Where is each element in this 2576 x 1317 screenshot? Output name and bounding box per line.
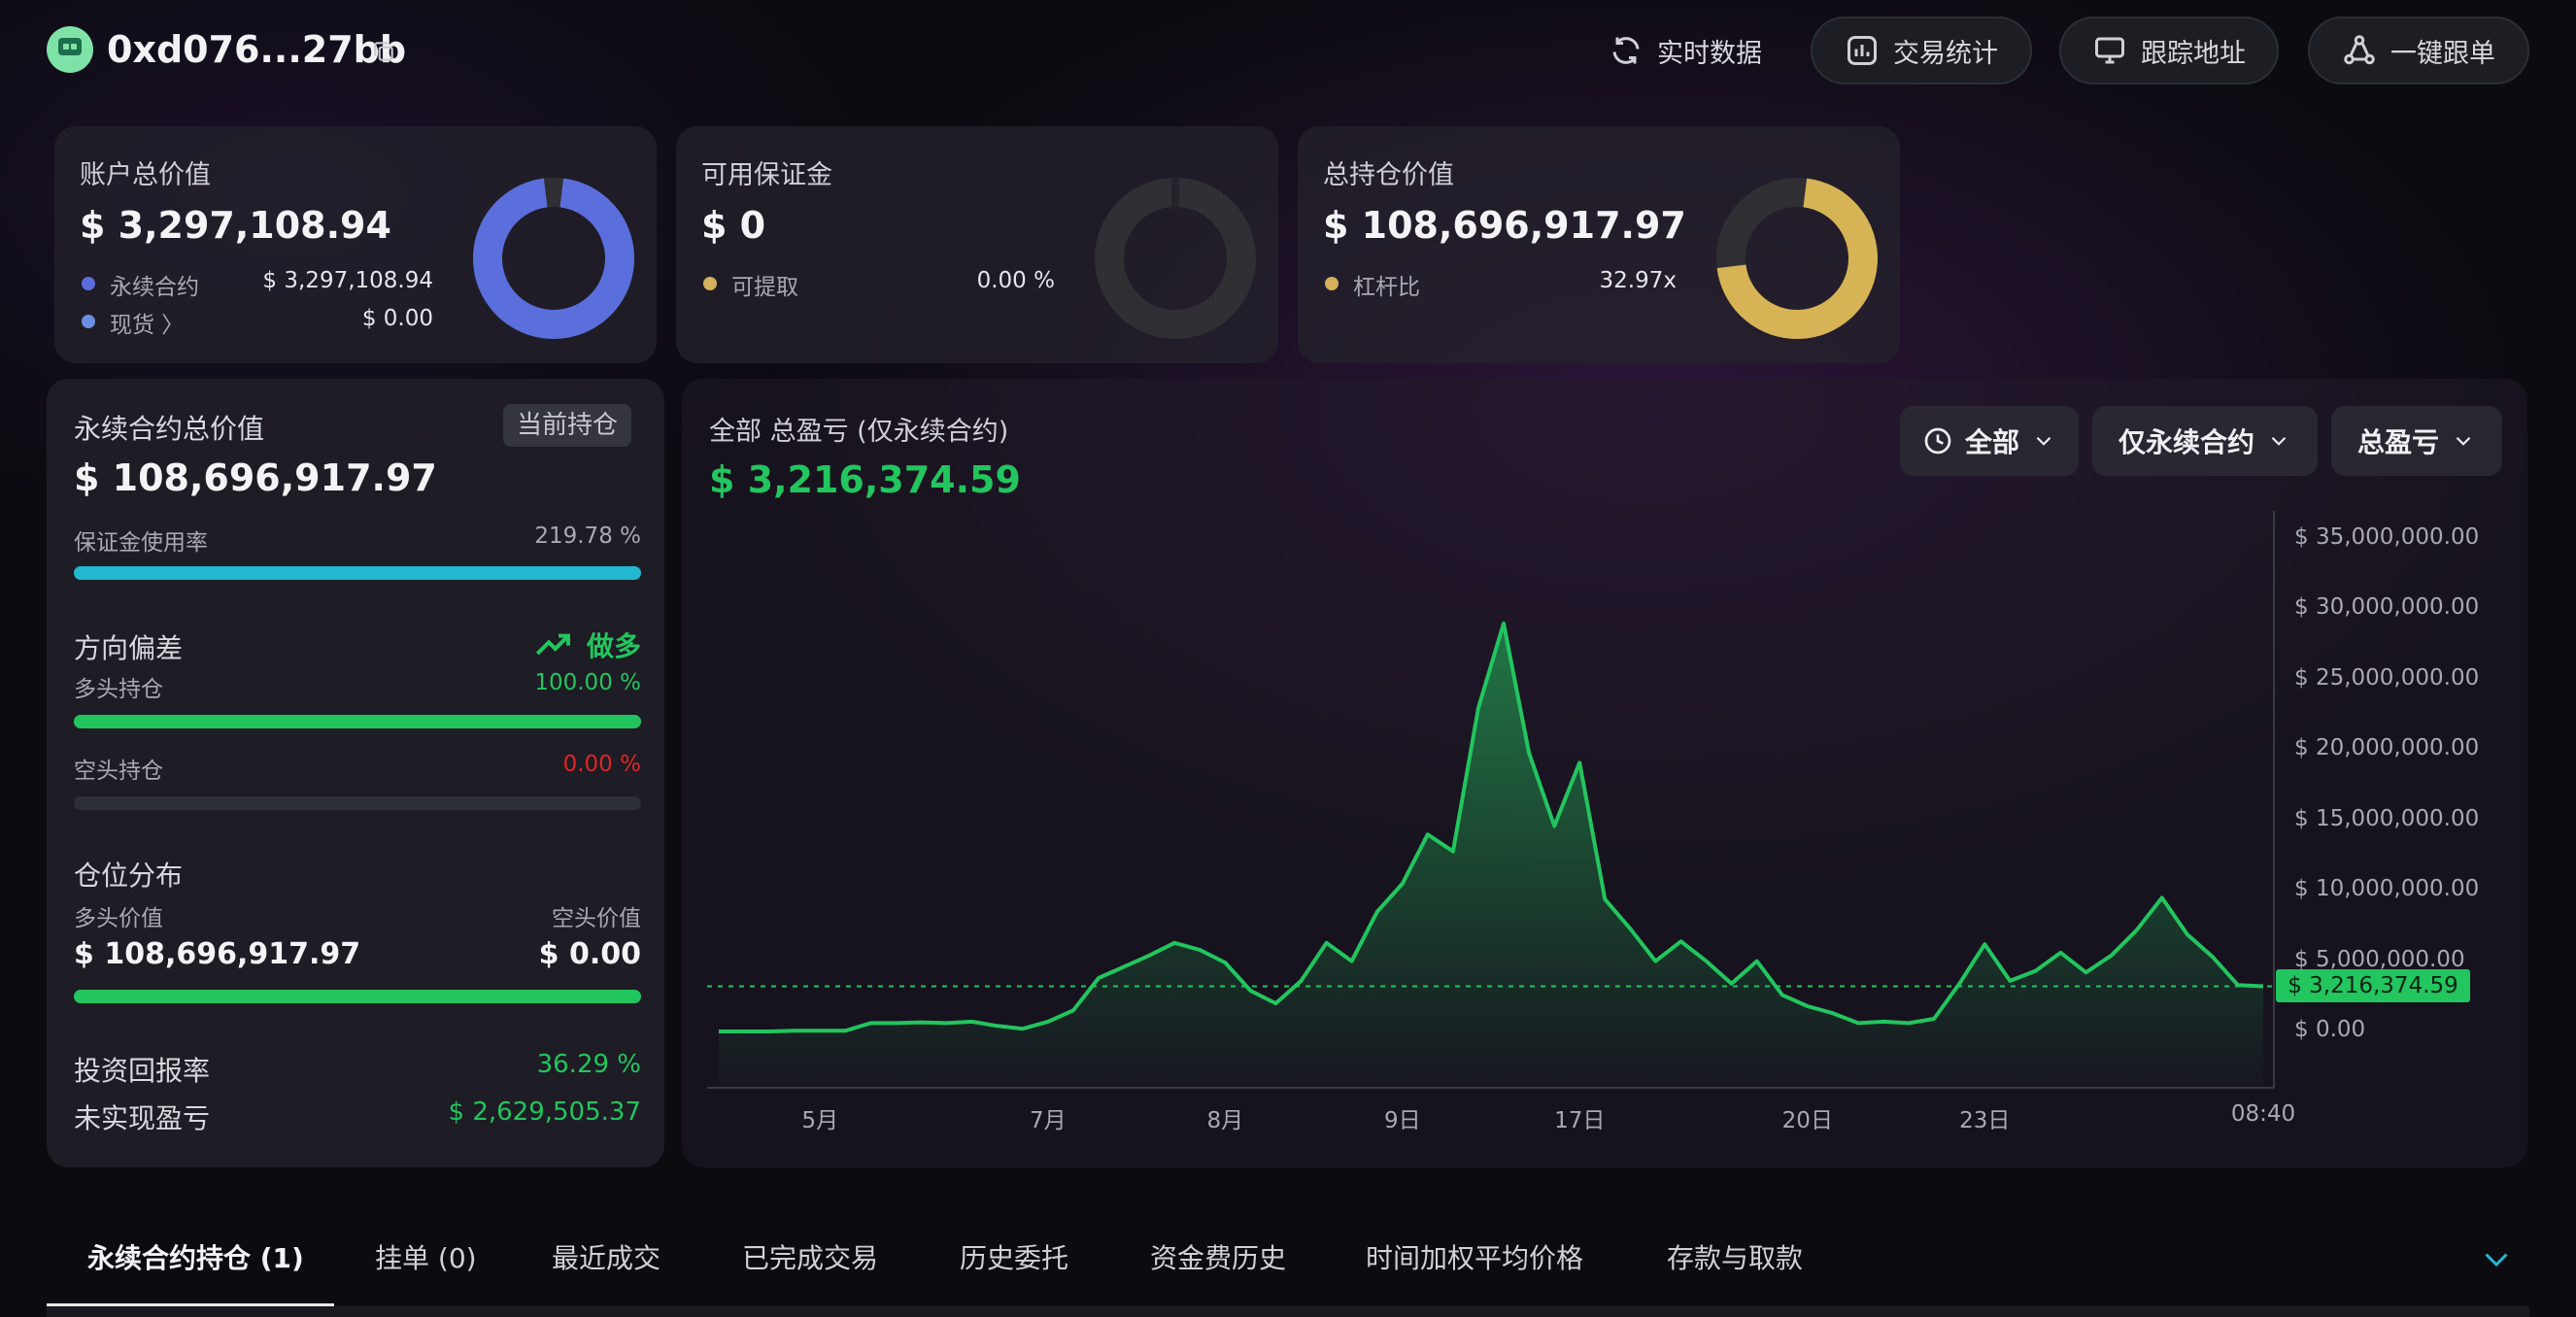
x-tick-label: 7月 <box>1030 1108 1067 1133</box>
x-tick-label: 08:40 <box>2230 1101 2296 1127</box>
upnl-value: $ 2,629,505.37 <box>448 1098 641 1127</box>
margin-label: 可用保证金 <box>701 160 832 190</box>
x-tick-label: 9日 <box>1383 1108 1421 1133</box>
margin-usage-label: 保证金使用率 <box>74 530 208 556</box>
collapse-chevron-icon[interactable] <box>2479 1241 2514 1276</box>
position-donut-chart <box>1716 178 1878 339</box>
monitor-icon <box>2095 37 2124 64</box>
short-position-value: 0.00 % <box>562 752 641 777</box>
y-tick-label: $ 5,000,000.00 <box>2294 946 2465 972</box>
withdrawable-legend-dot <box>703 277 717 290</box>
short-position-bar <box>74 796 641 810</box>
tab-3[interactable]: 已完成交易 <box>742 1237 878 1276</box>
tab-7[interactable]: 存款与取款 <box>1667 1237 1803 1276</box>
x-tick-label: 8月 <box>1206 1108 1244 1133</box>
x-tick-label: 5月 <box>801 1108 839 1133</box>
stats-icon <box>1847 36 1877 65</box>
y-tick-label: $ 10,000,000.00 <box>2294 876 2480 902</box>
leverage-legend-dot <box>1325 277 1339 290</box>
refresh-icon <box>1612 37 1640 64</box>
share-icon <box>2344 35 2375 65</box>
account-donut-chart <box>473 178 634 339</box>
withdrawable-value: 0.00 % <box>976 268 1055 293</box>
current-value-marker: $ 3,216,374.59 <box>2276 969 2470 1003</box>
tab-6[interactable]: 时间加权平均价格 <box>1366 1237 1583 1276</box>
x-tick-label: 17日 <box>1554 1108 1606 1133</box>
short-amount: $ 0.00 <box>538 937 641 971</box>
y-tick-label: $ 0.00 <box>2294 1017 2366 1043</box>
position-value: $ 108,696,917.97 <box>1323 204 1686 247</box>
perp-total-value: $ 108,696,917.97 <box>74 456 437 499</box>
bias-label: 方向偏差 <box>74 632 184 664</box>
perp-legend-label: 永续合约 <box>110 275 199 300</box>
y-tick-label: $ 15,000,000.00 <box>2294 805 2480 831</box>
short-position-label: 空头持仓 <box>74 759 163 784</box>
tab-bar-underline <box>47 1306 2529 1317</box>
long-position-label: 多头持仓 <box>74 677 163 702</box>
trade-stats-button[interactable]: 交易统计 <box>1811 17 2032 84</box>
copy-trade-button[interactable]: 一键跟单 <box>2308 17 2529 84</box>
spot-legend-dot <box>82 315 95 328</box>
long-position-value: 100.00 % <box>534 670 641 695</box>
tab-5[interactable]: 资金费历史 <box>1150 1237 1286 1276</box>
leverage-value: 32.97x <box>1599 268 1677 293</box>
chevron-down-icon <box>2036 436 2051 446</box>
perp-total-label: 永续合约总价值 <box>74 413 265 445</box>
roi-label: 投资回报率 <box>74 1055 211 1087</box>
long-value-label: 多头价值 <box>74 906 163 931</box>
position-label: 总持仓价值 <box>1323 160 1454 190</box>
realtime-data-button[interactable]: 实时数据 <box>1593 17 1778 84</box>
spot-link[interactable]: 现货 〉 <box>110 306 184 339</box>
perp-legend-value: $ 3,297,108.94 <box>262 268 433 293</box>
trend-up-icon <box>535 633 570 656</box>
account-value: $ 3,297,108.94 <box>80 204 391 247</box>
roi-value: 36.29 % <box>536 1050 641 1079</box>
tab-0[interactable]: 永续合约持仓 (1) <box>87 1237 304 1276</box>
chevron-down-icon <box>2456 436 2471 446</box>
short-value-label: 空头价值 <box>552 906 641 931</box>
spot-legend-value: $ 0.00 <box>361 306 433 331</box>
tab-1[interactable]: 挂单 (0) <box>375 1237 477 1276</box>
margin-usage-bar <box>74 566 641 580</box>
margin-value: $ 0 <box>701 204 766 247</box>
wallet-address: 0xd076...27bb <box>107 28 407 71</box>
metric-dropdown[interactable]: 总盈亏 <box>2331 406 2502 476</box>
tab-2[interactable]: 最近成交 <box>552 1237 661 1276</box>
x-tick-label: 23日 <box>1959 1108 2011 1133</box>
range-dropdown[interactable]: 全部 <box>1900 406 2079 476</box>
perp-legend-dot <box>82 277 95 290</box>
track-address-button[interactable]: 跟踪地址 <box>2059 17 2279 84</box>
clock-icon <box>1924 427 1951 455</box>
avatar <box>47 26 93 73</box>
long-amount: $ 108,696,917.97 <box>74 937 361 971</box>
y-tick-label: $ 25,000,000.00 <box>2294 664 2480 691</box>
current-position-badge[interactable]: 当前持仓 <box>503 404 632 447</box>
y-tick-label: $ 35,000,000.00 <box>2294 523 2480 550</box>
bias-value: 做多 <box>587 630 642 662</box>
margin-usage-value: 219.78 % <box>534 523 641 549</box>
upnl-label: 未实现盈亏 <box>74 1102 211 1134</box>
x-tick-label: 20日 <box>1781 1108 1833 1133</box>
market-filter-dropdown[interactable]: 仅永续合约 <box>2092 406 2318 476</box>
pnl-value: $ 3,216,374.59 <box>709 458 1021 501</box>
long-position-bar <box>74 715 641 728</box>
account-value-label: 账户总价值 <box>80 160 211 190</box>
y-tick-label: $ 30,000,000.00 <box>2294 594 2480 621</box>
copy-icon[interactable] <box>371 39 396 64</box>
donut-segment <box>473 178 634 339</box>
leverage-label: 杠杆比 <box>1353 275 1420 300</box>
margin-donut-chart <box>1095 177 1256 339</box>
pnl-title: 全部 总盈亏 (仅永续合约) <box>709 417 1009 447</box>
tab-4[interactable]: 历史委托 <box>960 1237 1068 1276</box>
withdrawable-label: 可提取 <box>731 275 798 300</box>
y-tick-label: $ 20,000,000.00 <box>2294 735 2480 761</box>
distribution-bar <box>74 990 641 1003</box>
distribution-label: 仓位分布 <box>74 860 184 892</box>
chevron-down-icon <box>2271 436 2287 446</box>
